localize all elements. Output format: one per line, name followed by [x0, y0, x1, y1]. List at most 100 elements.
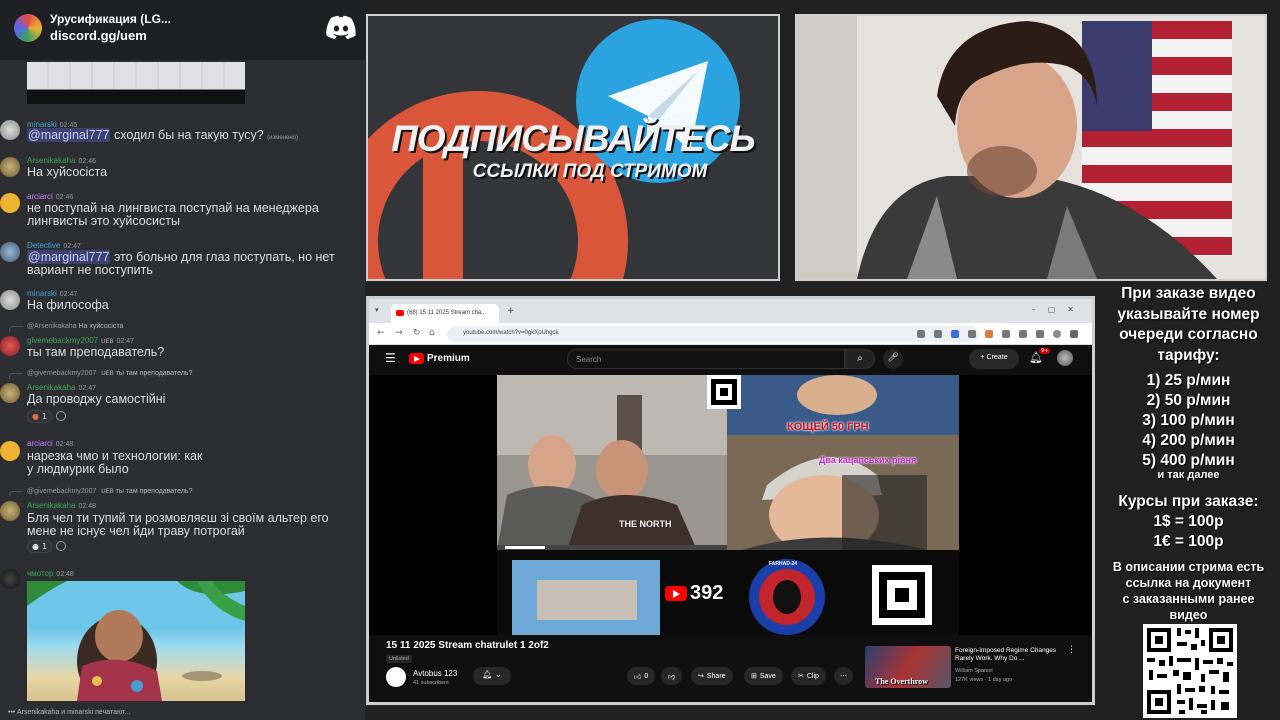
- avatar[interactable]: [0, 501, 20, 521]
- cast-icon[interactable]: [934, 330, 942, 338]
- server-name: Урусификация (LG...: [50, 12, 171, 26]
- overlay-sub-text: Два кацапських рівня: [819, 455, 917, 465]
- typing-indicator: Arsenikakaha и minarski печатают...: [16, 709, 131, 716]
- timestamp: 02:48: [56, 571, 74, 578]
- reaction-pill[interactable]: ● 1: [27, 539, 53, 553]
- reply-preview[interactable]: @givemebackmy2007 UEB ты там преподавате…: [27, 370, 192, 377]
- viewer-count-badge: 392: [665, 582, 723, 605]
- zoom-icon[interactable]: [917, 330, 925, 338]
- username[interactable]: чмотор: [27, 569, 53, 578]
- avatar[interactable]: [0, 120, 20, 140]
- rate-list: 1) 25 р/мин 2) 50 р/мин 3) 100 р/мин 4) …: [1097, 371, 1280, 471]
- like-button[interactable]: 👍︎ 0: [627, 667, 656, 685]
- username[interactable]: arciarci: [27, 192, 53, 201]
- forward-icon[interactable]: →: [395, 328, 403, 338]
- suggested-video-channel[interactable]: William Spaniel: [955, 668, 993, 674]
- shared-video-thumbnail[interactable]: [27, 581, 245, 701]
- reload-icon[interactable]: ↻: [413, 328, 421, 338]
- avatar[interactable]: [0, 290, 20, 310]
- reply-username: @givemebackmy2007: [27, 370, 97, 377]
- guild-tag: UEB: [101, 489, 114, 495]
- save-button[interactable]: ⊞ Save: [744, 667, 783, 685]
- channel-name[interactable]: Avtobus 123: [413, 669, 457, 678]
- url-field[interactable]: youtube.com/watch?v=0gkXoUhgck: [447, 326, 979, 342]
- share-button[interactable]: ↪ Share: [691, 667, 733, 685]
- back-icon[interactable]: ←: [377, 328, 385, 338]
- suggested-video-title[interactable]: Foreign-Imposed Regime Changes Rarely Wo…: [955, 647, 1065, 663]
- hamburger-menu-icon[interactable]: ☰: [385, 351, 396, 365]
- username[interactable]: minarski: [27, 289, 57, 298]
- username[interactable]: Arsenikakaha: [27, 501, 75, 510]
- profile-icon[interactable]: [1053, 330, 1061, 338]
- add-reaction-icon[interactable]: [56, 541, 67, 551]
- order-line: указывайте номер: [1117, 305, 1260, 323]
- suggested-video-thumbnail[interactable]: The Overthrow: [865, 646, 951, 688]
- message-text: Да проводжу самостійні: [27, 392, 166, 406]
- discord-logo-icon: [326, 15, 356, 39]
- search-icon[interactable]: ⌕: [845, 349, 875, 369]
- thumbs-up-icon: 👍︎: [634, 673, 642, 681]
- tab-search-icon[interactable]: ▾: [375, 306, 379, 314]
- username[interactable]: Detective: [27, 241, 60, 250]
- user-mention[interactable]: @marginal777: [27, 250, 111, 264]
- username[interactable]: Arsenikakaha: [27, 383, 75, 392]
- shared-image[interactable]: [27, 62, 245, 104]
- avatar[interactable]: [0, 193, 20, 213]
- username[interactable]: givemebackmy2007: [27, 336, 98, 345]
- clip-button[interactable]: ✂ Clip: [791, 667, 826, 685]
- address-bar: ← → ↻ ⌂ youtube.com/watch?v=0gkXoUhgck: [369, 323, 1092, 345]
- bookmark-star-icon[interactable]: [951, 330, 959, 338]
- thumbnail-text: The Overthrow: [875, 677, 928, 686]
- tab-groups-icon[interactable]: [1019, 330, 1027, 338]
- more-actions-button[interactable]: ⋯: [834, 667, 853, 685]
- browser-menu-icon[interactable]: [1070, 330, 1078, 338]
- sidebar-icon[interactable]: [1036, 330, 1044, 338]
- username[interactable]: arciarci: [27, 439, 53, 448]
- new-tab-icon[interactable]: +: [507, 306, 515, 316]
- avatar[interactable]: [0, 242, 20, 262]
- save-icon: ⊞: [751, 673, 757, 680]
- create-label: Create: [986, 354, 1008, 361]
- avatar[interactable]: [0, 336, 20, 356]
- avatar[interactable]: [0, 441, 20, 461]
- message-text: нарезка чмо и технологии: как у людмурик…: [27, 449, 203, 476]
- more-vert-icon[interactable]: ⋮: [1067, 645, 1076, 655]
- beach-scene-icon: [27, 581, 245, 701]
- window-controls[interactable]: –▢✕: [1032, 305, 1086, 314]
- youtube-logo-icon[interactable]: [409, 353, 424, 364]
- username[interactable]: Arsenikakaha: [27, 156, 75, 165]
- channel-avatar[interactable]: [386, 667, 406, 687]
- invite-link[interactable]: discord.gg/uem: [50, 28, 147, 43]
- timestamp: 02:46: [55, 194, 74, 201]
- reply-preview[interactable]: @givemebackmy2007 UEB ты там преподавате…: [27, 488, 192, 495]
- share-icon: ↪: [698, 673, 704, 680]
- user-mention[interactable]: @marginal777: [27, 128, 111, 142]
- extension-icon[interactable]: [985, 330, 993, 338]
- dislike-button[interactable]: 👎︎: [661, 667, 683, 685]
- youtube-brand[interactable]: Premium: [427, 353, 470, 364]
- add-reaction-icon[interactable]: [56, 411, 67, 421]
- avatar[interactable]: [0, 569, 20, 589]
- reaction-pill[interactable]: ● 1: [27, 409, 53, 423]
- rate-item: 4) 200 р/мин: [1142, 432, 1235, 449]
- extension-icon[interactable]: [968, 330, 976, 338]
- reply-preview[interactable]: @Arsenikakaha На хуйсосіста: [27, 323, 123, 330]
- avatar[interactable]: [0, 383, 20, 403]
- edited-marker: (изменено): [267, 135, 299, 141]
- qr-code-icon: [1143, 624, 1237, 718]
- timestamp: 02:46: [78, 158, 97, 165]
- video-player[interactable]: КОЩЕЙ 50 ГРН Два кацапських рівня THE NO…: [369, 375, 1092, 635]
- discord-chat-overlay: Урусификация (LG... discord.gg/uem minar…: [0, 0, 365, 720]
- order-instructions: При заказе видео указывайте номер очеред…: [1097, 284, 1280, 366]
- microphone-icon[interactable]: 🎤︎: [883, 349, 903, 369]
- browser-tab[interactable]: (68) 15 11 2025 Stream cha...: [391, 304, 499, 323]
- create-button[interactable]: + Create: [969, 349, 1019, 369]
- avatar[interactable]: [0, 157, 20, 177]
- extensions-puzzle-icon[interactable]: [1002, 330, 1010, 338]
- account-avatar[interactable]: [1057, 350, 1073, 366]
- subscription-bell-button[interactable]: 🔔︎ ⌄: [473, 667, 511, 685]
- message-text: На хуйсосіста: [27, 165, 108, 179]
- home-icon[interactable]: ⌂: [429, 328, 435, 338]
- search-input[interactable]: Search: [567, 349, 845, 369]
- order-line: При заказе видео: [1121, 285, 1256, 302]
